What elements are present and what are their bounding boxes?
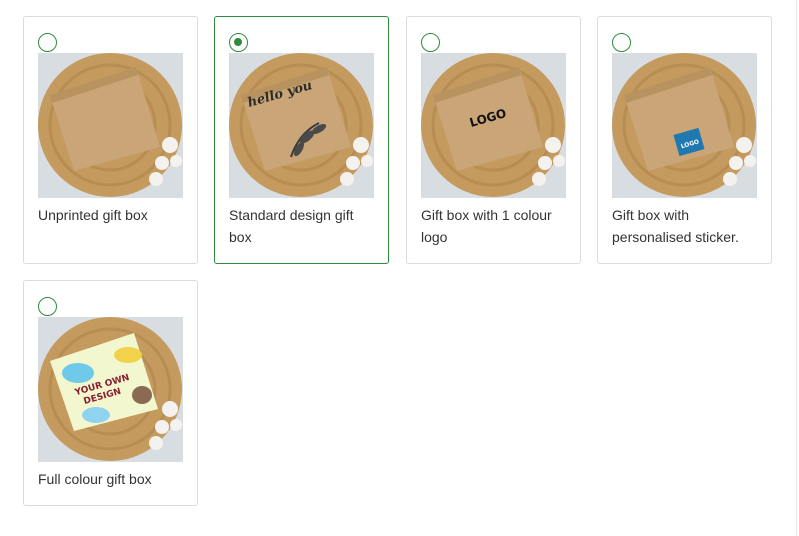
- radio-button[interactable]: [229, 33, 248, 52]
- radio-button[interactable]: [421, 33, 440, 52]
- product-image-personalised-sticker: LOGO: [612, 53, 757, 198]
- option-label: Gift box with personalised sticker.: [612, 207, 739, 245]
- option-label: Gift box with 1 colour logo: [421, 207, 552, 245]
- option-label: Full colour gift box: [38, 471, 152, 487]
- option-card-unprinted[interactable]: Unprinted gift box: [23, 16, 198, 264]
- product-image-standard-design: hello you: [229, 53, 374, 198]
- right-edge-divider: [796, 0, 797, 536]
- option-card-personalised-sticker[interactable]: LOGO Gift box with personalised sticker.: [597, 16, 772, 264]
- option-card-full-colour[interactable]: YOUR OWN DESIGN Full colour gift box: [23, 280, 198, 506]
- product-image-full-colour: YOUR OWN DESIGN: [38, 317, 183, 462]
- option-label: Unprinted gift box: [38, 207, 148, 223]
- radio-dot: [234, 38, 242, 46]
- product-image-unprinted: [38, 53, 183, 198]
- option-card-1-colour-logo[interactable]: LOGO Gift box with 1 colour logo: [406, 16, 581, 264]
- radio-button[interactable]: [612, 33, 631, 52]
- radio-button[interactable]: [38, 297, 57, 316]
- option-label: Standard design gift box: [229, 207, 354, 245]
- radio-button[interactable]: [38, 33, 57, 52]
- option-card-standard-design[interactable]: hello you Standard design gift box: [214, 16, 389, 264]
- product-image-1-colour-logo: LOGO: [421, 53, 566, 198]
